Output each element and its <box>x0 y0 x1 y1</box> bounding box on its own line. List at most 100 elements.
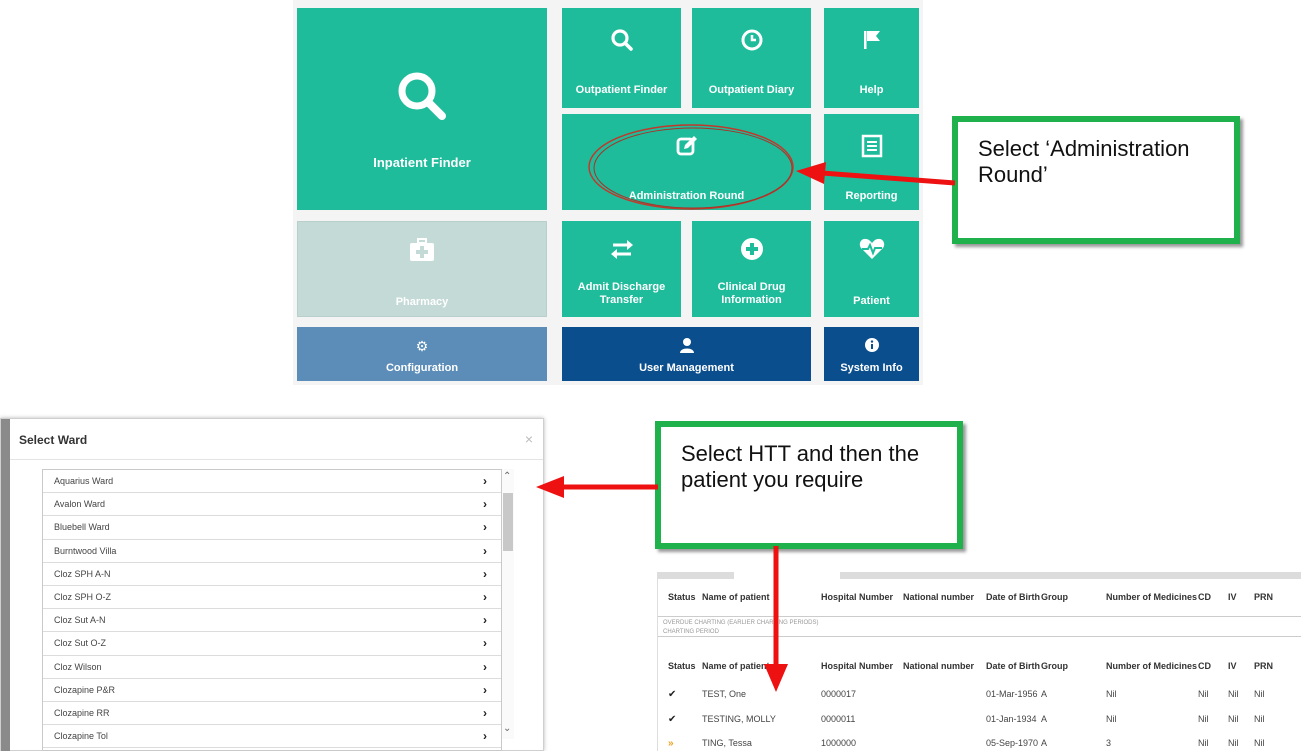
ward-label: Avalon Ward <box>54 499 106 510</box>
ward-list-item[interactable]: Cloz SPH O-Z › <box>43 586 501 610</box>
cell-cd: Nil <box>1198 689 1209 699</box>
col-prn[interactable]: PRN <box>1254 661 1273 671</box>
cell-hospital-number: 0000017 <box>821 689 857 699</box>
col-hospital-number[interactable]: Hospital Number <box>821 661 893 671</box>
help-tile[interactable]: Help <box>824 8 919 108</box>
cell-prn: Nil <box>1254 689 1265 699</box>
admit-discharge-transfer-tile[interactable]: Admit Discharge Transfer <box>562 221 681 317</box>
col-name[interactable]: Name of patient <box>702 661 770 671</box>
col-prn[interactable]: PRN <box>1254 592 1273 602</box>
scrollbar[interactable]: ⌃ ⌄ <box>502 469 514 739</box>
arrow-to-patient <box>764 546 788 692</box>
chevron-right-icon: › <box>483 543 487 558</box>
cell-iv: Nil <box>1228 689 1239 699</box>
col-cd[interactable]: CD <box>1198 592 1211 602</box>
ward-list-item[interactable]: Clozapine RR › <box>43 702 501 726</box>
col-medicines[interactable]: Number of Medicines <box>1106 592 1197 602</box>
overdue-label[interactable]: OVERDUE CHARTING (EARLIER CHARTING PERIO… <box>663 620 818 626</box>
charting-period-band: OVERDUE CHARTING (EARLIER CHARTING PERIO… <box>658 616 1301 637</box>
cell-name: TESTING, MOLLY <box>702 713 776 724</box>
tile-label: Patient <box>853 295 890 307</box>
chevron-right-icon: › <box>483 590 487 605</box>
ward-label: Clozapine RR <box>54 707 110 718</box>
col-iv[interactable]: IV <box>1228 592 1237 602</box>
col-dob[interactable]: Date of Birth <box>986 592 1040 602</box>
ward-label: Cloz Sut A-N <box>54 615 106 626</box>
transfer-icon <box>610 237 634 261</box>
clock-icon <box>740 28 764 52</box>
clinical-drug-information-tile[interactable]: Clinical Drug Information <box>692 221 811 317</box>
scroll-up-icon[interactable]: ⌃ <box>503 471 511 482</box>
ward-list-item[interactable]: Cloz Sut O-Z › <box>43 632 501 656</box>
plus-circle-icon <box>740 237 764 261</box>
col-dob[interactable]: Date of Birth <box>986 661 1040 671</box>
cell-iv: Nil <box>1228 738 1239 748</box>
dialog-title: Select Ward <box>19 433 88 447</box>
status-icon: ✔ <box>668 713 677 725</box>
ward-label: Clozapine P&R <box>54 684 116 695</box>
outpatient-diary-tile[interactable]: Outpatient Diary <box>692 8 811 108</box>
cell-dob: 01-Jan-1934 <box>986 713 1037 724</box>
cell-group: A <box>1041 738 1048 748</box>
tile-label: Outpatient Finder <box>575 84 668 96</box>
ward-list-item[interactable]: Clozapine P&R › <box>43 679 501 702</box>
chevron-right-icon: › <box>483 659 487 674</box>
col-status[interactable]: Status <box>668 592 696 602</box>
col-status[interactable]: Status <box>668 661 696 671</box>
tile-label: Outpatient Diary <box>708 84 795 96</box>
chevron-right-icon: › <box>483 566 487 581</box>
close-icon[interactable]: × <box>525 431 533 447</box>
tile-label: Admit Discharge Transfer <box>577 281 666 306</box>
tile-label: Pharmacy <box>395 296 449 308</box>
configuration-tile[interactable]: ⚙ Configuration <box>297 327 547 381</box>
ward-label: Bluebell Ward <box>54 522 110 533</box>
scroll-down-icon[interactable]: ⌄ <box>503 723 511 734</box>
ward-label: Cloz SPH O-Z <box>54 592 112 603</box>
ward-label: Burntwood Villa <box>54 545 117 556</box>
patient-table: Status Name of patient Hospital Number N… <box>657 572 1301 751</box>
period-label[interactable]: CHARTING PERIOD <box>663 629 719 635</box>
col-medicines[interactable]: Number of Medicines <box>1106 661 1197 671</box>
outpatient-finder-tile[interactable]: Outpatient Finder <box>562 8 681 108</box>
backdrop-edge <box>1 419 10 751</box>
status-icon: ✔ <box>668 689 677 700</box>
chevron-right-icon: › <box>483 682 487 697</box>
cell-medicines: Nil <box>1106 713 1117 724</box>
ward-list-item[interactable]: Cloz Sut A-N › <box>43 609 501 633</box>
flag-icon <box>860 28 884 52</box>
search-icon <box>610 28 634 52</box>
inpatient-finder-tile[interactable]: Inpatient Finder <box>297 8 547 210</box>
arrow-to-admin-round <box>796 162 956 186</box>
ward-list-item[interactable]: Bluebell Ward › <box>43 516 501 540</box>
chevron-right-icon: › <box>483 474 487 489</box>
ward-list-item[interactable]: Burntwood Villa › <box>43 540 501 563</box>
ward-list-item[interactable]: Clozapine Tol › <box>43 725 501 749</box>
chevron-right-icon: › <box>483 729 487 744</box>
col-national-number[interactable]: National number <box>903 592 974 602</box>
tile-label: Reporting <box>845 190 898 202</box>
col-hospital-number[interactable]: Hospital Number <box>821 592 893 602</box>
col-group[interactable]: Group <box>1041 661 1068 671</box>
system-info-tile[interactable]: System Info <box>824 327 919 381</box>
pharmacy-tile[interactable]: Pharmacy <box>297 221 547 317</box>
tile-label: Inpatient Finder <box>373 155 471 170</box>
scroll-thumb[interactable] <box>503 493 513 551</box>
col-group[interactable]: Group <box>1041 592 1068 602</box>
ward-label: Cloz Sut O-Z <box>54 638 107 649</box>
col-national-number[interactable]: National number <box>903 661 974 671</box>
cell-hospital-number: 1000000 <box>821 738 857 748</box>
user-management-tile[interactable]: User Management <box>562 327 811 381</box>
ward-list-item[interactable]: Aquarius Ward › <box>43 470 501 494</box>
col-cd[interactable]: CD <box>1198 661 1211 671</box>
ward-list-item[interactable]: Cloz Wilson › <box>43 656 501 679</box>
ward-list-item[interactable]: Avalon Ward › <box>43 493 501 517</box>
tile-label: Clinical Drug Information <box>717 281 786 306</box>
cell-dob: 05-Sep-1970 <box>986 738 1039 748</box>
list-icon <box>861 134 883 158</box>
col-name[interactable]: Name of patient <box>702 592 770 602</box>
cell-name: TING, Tessa <box>702 738 752 748</box>
medical-kit-icon <box>409 238 435 262</box>
patient-tile[interactable]: Patient <box>824 221 919 317</box>
ward-list-item[interactable]: Cloz SPH A-N › <box>43 563 501 586</box>
col-iv[interactable]: IV <box>1228 661 1237 671</box>
